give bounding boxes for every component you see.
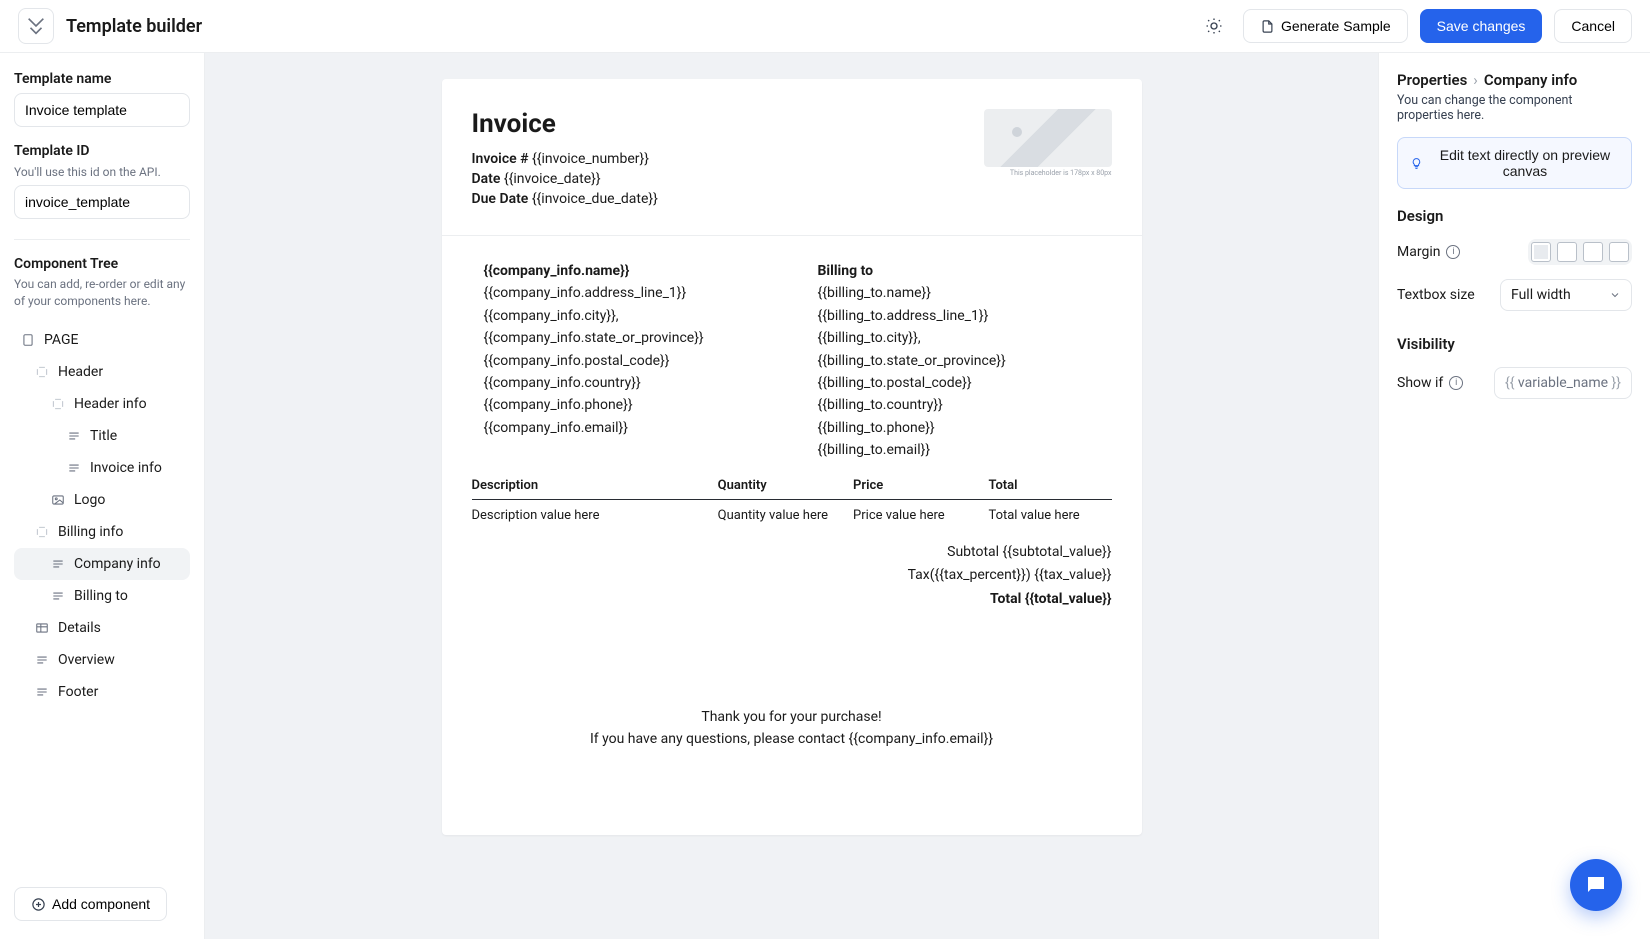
template-id-label: Template ID — [14, 143, 190, 159]
textbox-size-select[interactable]: Full width — [1500, 279, 1632, 311]
tree-item-logo[interactable]: Logo — [14, 484, 190, 516]
text-icon — [66, 428, 82, 444]
template-id-input[interactable] — [14, 185, 190, 219]
canvas[interactable]: Invoice Invoice # {{invoice_number}} Dat… — [205, 53, 1378, 939]
margin-option-md[interactable] — [1583, 242, 1603, 262]
text-icon — [50, 588, 66, 604]
text-icon — [50, 556, 66, 572]
logo-placeholder — [984, 109, 1112, 167]
margin-option-none[interactable] — [1531, 242, 1551, 262]
chat-fab[interactable] — [1570, 859, 1622, 911]
chevron-right-icon: › — [1473, 71, 1478, 89]
logo-caption: This placeholder is 178px x 80px — [984, 169, 1112, 177]
doc-title: Invoice — [472, 109, 658, 139]
margin-option-sm[interactable] — [1557, 242, 1577, 262]
tree-help: You can add, re-order or edit any of you… — [14, 276, 190, 310]
doc-footer: Thank you for your purchase! If you have… — [442, 612, 1142, 835]
text-icon — [34, 684, 50, 700]
template-id-help: You'll use this id on the API. — [14, 165, 190, 179]
text-icon — [66, 460, 82, 476]
properties-help: You can change the component properties … — [1397, 93, 1632, 123]
left-panel: Template name Template ID You'll use thi… — [0, 53, 205, 939]
tree-item-header[interactable]: Header — [14, 356, 190, 388]
template-name-label: Template name — [14, 71, 190, 87]
info-icon[interactable]: i — [1446, 245, 1460, 259]
chevron-down-icon — [1609, 289, 1621, 301]
generate-sample-button[interactable]: Generate Sample — [1243, 9, 1408, 43]
showif-input[interactable]: {{ variable_name }} — [1494, 367, 1632, 399]
design-section-title: Design — [1397, 207, 1632, 225]
margin-option-lg[interactable] — [1609, 242, 1629, 262]
table-row: Description value here Quantity value he… — [472, 500, 1112, 531]
line-items-table: Description Quantity Price Total Descrip… — [442, 472, 1142, 531]
margin-picker[interactable] — [1528, 239, 1632, 265]
tree-item-page[interactable]: PAGE — [14, 324, 190, 356]
invoice-due-line: Due Date {{invoice_due_date}} — [472, 191, 658, 207]
document-preview[interactable]: Invoice Invoice # {{invoice_number}} Dat… — [442, 79, 1142, 835]
template-name-input[interactable] — [14, 93, 190, 127]
add-component-button[interactable]: Add component — [14, 887, 167, 921]
tree-item-billing-info[interactable]: Billing info — [14, 516, 190, 548]
image-icon — [50, 492, 66, 508]
page-icon — [20, 332, 36, 348]
section-icon — [34, 364, 50, 380]
divider — [14, 239, 190, 240]
tree-item-footer[interactable]: Footer — [14, 676, 190, 708]
topbar: Template builder Generate Sample Save ch… — [0, 0, 1650, 53]
theme-toggle-icon[interactable] — [1197, 9, 1231, 43]
totals-block: Subtotal {{subtotal_value}} Tax({{tax_pe… — [442, 531, 1142, 612]
col-quantity: Quantity — [718, 478, 853, 493]
tree-item-details[interactable]: Details — [14, 612, 190, 644]
lightbulb-icon — [1410, 156, 1423, 171]
company-info-block[interactable]: {{company_info.name}} {{company_info.add… — [484, 260, 778, 462]
component-tree: PAGE Header Header info Title Invoice in… — [14, 324, 190, 708]
file-icon — [1260, 19, 1275, 34]
text-icon — [34, 652, 50, 668]
showif-label: Show if i — [1397, 375, 1463, 391]
save-changes-button[interactable]: Save changes — [1420, 9, 1543, 43]
tree-item-header-info[interactable]: Header info — [14, 388, 190, 420]
textbox-size-label: Textbox size — [1397, 287, 1475, 303]
tree-item-company-info[interactable]: Company info — [14, 548, 190, 580]
tree-item-invoice-info[interactable]: Invoice info — [14, 452, 190, 484]
app-logo-icon — [18, 8, 54, 44]
invoice-number-line: Invoice # {{invoice_number}} — [472, 151, 658, 167]
tree-item-billing-to[interactable]: Billing to — [14, 580, 190, 612]
col-description: Description — [472, 478, 718, 493]
properties-panel: Properties › Company info You can change… — [1378, 53, 1650, 939]
tree-title: Component Tree — [14, 256, 190, 272]
col-price: Price — [853, 478, 988, 493]
col-total: Total — [988, 478, 1111, 493]
invoice-date-line: Date {{invoice_date}} — [472, 171, 658, 187]
plus-circle-icon — [31, 897, 46, 912]
edit-on-canvas-hint[interactable]: Edit text directly on preview canvas — [1397, 137, 1632, 189]
visibility-section-title: Visibility — [1397, 335, 1632, 353]
billing-to-block[interactable]: Billing to {{billing_to.name}} {{billing… — [818, 260, 1112, 462]
cancel-button[interactable]: Cancel — [1554, 9, 1632, 43]
table-icon — [34, 620, 50, 636]
chat-icon — [1584, 873, 1608, 897]
margin-label: Margin i — [1397, 244, 1460, 260]
section-icon — [50, 396, 66, 412]
info-icon[interactable]: i — [1449, 376, 1463, 390]
breadcrumb: Properties › Company info — [1397, 71, 1632, 89]
app-title: Template builder — [66, 16, 202, 37]
tree-item-title[interactable]: Title — [14, 420, 190, 452]
tree-item-overview[interactable]: Overview — [14, 644, 190, 676]
section-icon — [34, 524, 50, 540]
